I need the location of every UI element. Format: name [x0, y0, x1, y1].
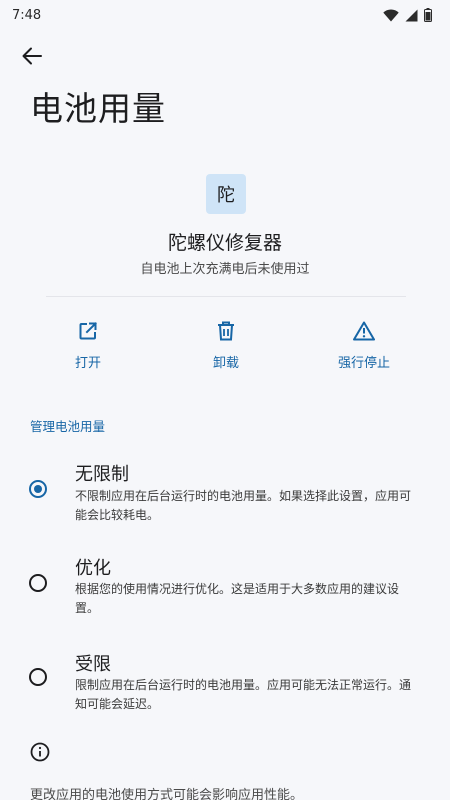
page-title: 电池用量 [30, 89, 166, 128]
footer-note: 更改应用的电池使用方式可能会影响应用性能。 [30, 788, 304, 800]
uninstall-button[interactable]: 卸载 [171, 312, 281, 378]
status-time: 7:48 [12, 8, 42, 23]
app-icon-label: 陀 [217, 185, 235, 206]
app-usage-summary: 自电池上次充满电后未使用过 [140, 262, 310, 277]
option-optimized[interactable]: 优化 根据您的使用情况进行优化。这是适用于大多数应用的建议设置。 [0, 552, 450, 624]
battery-icon [424, 8, 432, 22]
back-button[interactable] [14, 40, 50, 72]
info-icon [30, 742, 50, 762]
option-title: 优化 [75, 558, 111, 579]
battery-usage-screen: 7:48 电池用量 陀 陀螺仪修复器 自电池上次充满电后未使用过 打开 卸载 强… [0, 0, 450, 800]
divider [46, 296, 406, 297]
app-icon: 陀 [206, 174, 246, 214]
status-bar: 7:48 [0, 0, 450, 32]
open-label: 打开 [74, 356, 101, 371]
radio-unrestricted[interactable] [29, 480, 47, 498]
option-restricted[interactable]: 受限 限制应用在后台运行时的电池用量。应用可能无法正常运行。通知可能会延迟。 [0, 648, 450, 720]
radio-restricted[interactable] [29, 668, 47, 686]
force-stop-label: 强行停止 [337, 356, 390, 371]
section-label: 管理电池用量 [30, 419, 106, 434]
open-button[interactable]: 打开 [33, 312, 143, 378]
app-name: 陀螺仪修复器 [167, 232, 282, 254]
trash-icon [218, 321, 234, 341]
option-description: 限制应用在后台运行时的电池用量。应用可能无法正常运行。通知可能会延迟。 [75, 678, 412, 711]
status-icons [383, 8, 432, 22]
radio-optimized[interactable] [29, 574, 47, 592]
force-stop-button[interactable]: 强行停止 [309, 312, 419, 378]
option-title: 无限制 [75, 464, 129, 485]
option-title: 受限 [75, 654, 111, 675]
wifi-icon [383, 8, 399, 21]
arrow-back-icon [22, 47, 42, 65]
signal-icon [405, 9, 418, 21]
warning-icon [353, 321, 375, 341]
open-external-icon [79, 322, 97, 340]
option-description: 根据您的使用情况进行优化。这是适用于大多数应用的建议设置。 [75, 582, 400, 615]
app-actions: 打开 卸载 强行停止 [0, 312, 450, 382]
option-unrestricted[interactable]: 无限制 不限制应用在后台运行时的电池用量。如果选择此设置，应用可能会比较耗电。 [0, 456, 450, 528]
uninstall-label: 卸载 [212, 356, 239, 371]
option-description: 不限制应用在后台运行时的电池用量。如果选择此设置，应用可能会比较耗电。 [75, 489, 412, 522]
